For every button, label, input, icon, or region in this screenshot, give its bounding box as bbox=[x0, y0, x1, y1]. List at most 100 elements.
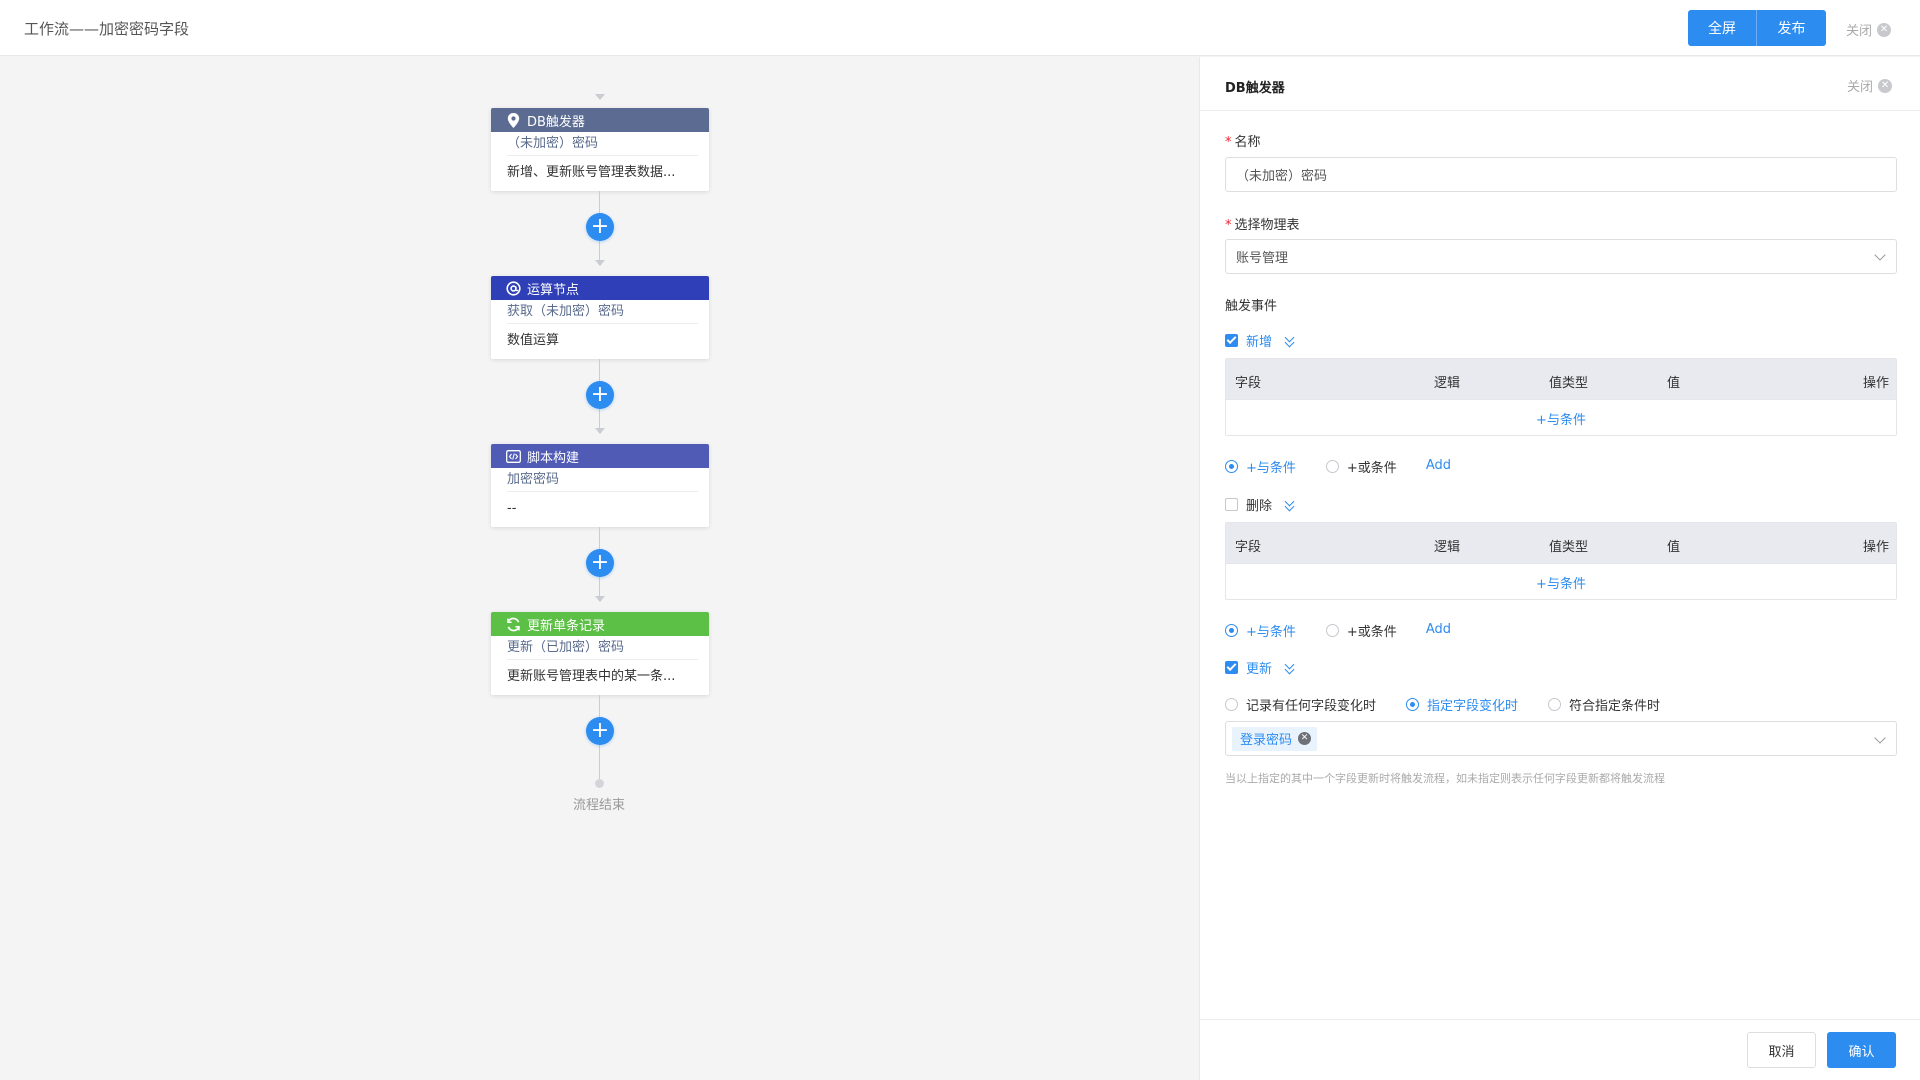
event-update-label: 更新 bbox=[1246, 662, 1273, 677]
node-header: 脚本构建 bbox=[491, 444, 709, 468]
events-label: 触发事件 bbox=[1225, 299, 1278, 314]
radio-specified-field-label: 指定字段变化时 bbox=[1427, 699, 1519, 714]
flow-arrow bbox=[595, 596, 605, 602]
node-header: 更新单条记录 bbox=[491, 612, 709, 636]
node-subtitle: （未加密）密码 bbox=[507, 132, 698, 156]
remove-tag-icon[interactable]: ✕ bbox=[1298, 732, 1312, 745]
add-node-button[interactable]: + bbox=[586, 717, 614, 745]
radio-or-label: +或条件 bbox=[1346, 461, 1397, 476]
flow-node-script[interactable]: 脚本构建 加密密码 -- bbox=[491, 444, 709, 527]
create-condition-mode: +与条件 +或条件 Add bbox=[1225, 457, 1451, 476]
node-title: 运算节点 bbox=[527, 282, 580, 298]
close-label: 关闭 bbox=[1846, 24, 1873, 39]
col-value-type: 值类型 bbox=[1549, 376, 1589, 391]
double-chevron-down-icon[interactable] bbox=[1284, 498, 1296, 512]
radio-and[interactable]: +与条件 bbox=[1225, 621, 1296, 640]
node-header: 运算节点 bbox=[491, 276, 709, 300]
code-icon bbox=[506, 449, 521, 464]
name-label-text: 名称 bbox=[1234, 135, 1261, 150]
fields-hint: 当以上指定的其中一个字段更新时将触发流程，如未指定则表示任何字段更新都将触发流程 bbox=[1225, 772, 1665, 785]
delete-condition-mode: +与条件 +或条件 Add bbox=[1225, 621, 1451, 640]
name-label: * 名称 bbox=[1225, 131, 1261, 150]
radio-or[interactable]: +或条件 bbox=[1325, 621, 1397, 640]
table-label: * 选择物理表 bbox=[1225, 214, 1300, 233]
add-condition-link[interactable]: Add bbox=[1426, 622, 1451, 637]
flow-arrow bbox=[595, 260, 605, 266]
name-input-value: （未加密）密码 bbox=[1236, 169, 1328, 184]
workflow-canvas: DB触发器 （未加密）密码 新增、更新账号管理表数据... + 运算节点 获取（… bbox=[0, 57, 1199, 1080]
add-condition-link[interactable]: Add bbox=[1426, 458, 1451, 473]
radio-and[interactable]: +与条件 bbox=[1225, 457, 1296, 476]
cancel-button[interactable]: 取消 bbox=[1747, 1032, 1816, 1068]
table-label-text: 选择物理表 bbox=[1234, 218, 1300, 233]
close-icon: ✕ bbox=[1878, 78, 1893, 93]
col-field: 字段 bbox=[1235, 540, 1262, 555]
radio-any-field-label: 记录有任何字段变化时 bbox=[1246, 699, 1377, 714]
node-header: DB触发器 bbox=[491, 108, 709, 132]
add-and-condition-link[interactable]: +与条件 bbox=[1536, 573, 1586, 592]
create-condition-table: 字段 逻辑 值类型 值 操作 +与条件 bbox=[1225, 358, 1897, 436]
flow-end-label: 流程结束 bbox=[573, 798, 626, 813]
add-node-button[interactable]: + bbox=[586, 213, 614, 241]
publish-button[interactable]: 发布 bbox=[1757, 10, 1826, 46]
add-node-button[interactable]: + bbox=[586, 549, 614, 577]
radio-unselected-icon bbox=[1225, 698, 1238, 711]
at-sign-icon bbox=[506, 280, 521, 296]
node-subtitle: 更新（已加密）密码 bbox=[507, 636, 698, 660]
col-logic: 逻辑 bbox=[1434, 540, 1461, 555]
node-description: -- bbox=[507, 501, 517, 516]
add-node-button[interactable]: + bbox=[586, 381, 614, 409]
close-icon: ✕ bbox=[1877, 22, 1892, 37]
col-logic: 逻辑 bbox=[1434, 376, 1461, 391]
radio-unselected-icon bbox=[1325, 460, 1339, 473]
flow-arrow bbox=[595, 94, 605, 100]
node-description: 数值运算 bbox=[507, 333, 560, 348]
confirm-button[interactable]: 确认 bbox=[1827, 1032, 1896, 1068]
event-update-checkbox[interactable]: 更新 bbox=[1225, 658, 1296, 677]
radio-unselected-icon bbox=[1325, 624, 1339, 637]
event-delete-checkbox[interactable]: 删除 bbox=[1225, 495, 1296, 514]
close-workflow-button[interactable]: 关闭 ✕ bbox=[1846, 20, 1892, 39]
radio-or[interactable]: +或条件 bbox=[1325, 457, 1397, 476]
fields-multiselect[interactable]: 登录密码 ✕ bbox=[1225, 721, 1897, 756]
table-select[interactable]: 账号管理 bbox=[1225, 239, 1897, 274]
radio-and-label: +与条件 bbox=[1246, 625, 1296, 640]
close-panel-button[interactable]: 关闭 ✕ bbox=[1847, 76, 1893, 95]
radio-selected-icon bbox=[1406, 698, 1420, 711]
radio-selected-icon bbox=[1225, 460, 1238, 473]
event-create-checkbox[interactable]: 新增 bbox=[1225, 331, 1296, 350]
col-action: 操作 bbox=[1863, 540, 1890, 555]
radio-match-condition[interactable]: 符合指定条件时 bbox=[1548, 695, 1660, 714]
node-description: 更新账号管理表中的某一条... bbox=[507, 669, 676, 684]
panel-footer: 取消 确认 bbox=[1200, 1019, 1920, 1080]
node-title: 脚本构建 bbox=[527, 450, 580, 466]
node-subtitle: 加密密码 bbox=[507, 468, 698, 492]
col-field: 字段 bbox=[1235, 376, 1262, 391]
add-and-condition-link[interactable]: +与条件 bbox=[1536, 409, 1586, 428]
flow-node-update-record[interactable]: 更新单条记录 更新（已加密）密码 更新账号管理表中的某一条... bbox=[491, 612, 709, 695]
double-chevron-down-icon[interactable] bbox=[1284, 661, 1296, 675]
radio-specified-field-change[interactable]: 指定字段变化时 bbox=[1406, 695, 1518, 714]
update-mode-radios: 记录有任何字段变化时 指定字段变化时 符合指定条件时 bbox=[1225, 695, 1660, 714]
delete-condition-table: 字段 逻辑 值类型 值 操作 +与条件 bbox=[1225, 522, 1897, 600]
col-value: 值 bbox=[1667, 376, 1681, 391]
required-mark: * bbox=[1225, 135, 1232, 150]
panel-title: DB触发器 bbox=[1225, 81, 1285, 96]
field-tag-label: 登录密码 bbox=[1240, 733, 1293, 748]
radio-any-field-change[interactable]: 记录有任何字段变化时 bbox=[1225, 695, 1376, 714]
double-chevron-down-icon[interactable] bbox=[1284, 334, 1296, 348]
table-select-value: 账号管理 bbox=[1236, 251, 1289, 266]
node-description: 新增、更新账号管理表数据... bbox=[507, 165, 676, 180]
checkbox-checked-icon bbox=[1225, 661, 1238, 674]
flow-node-compute[interactable]: 运算节点 获取（未加密）密码 数值运算 bbox=[491, 276, 709, 359]
name-input[interactable]: （未加密）密码 bbox=[1225, 157, 1897, 192]
radio-unselected-icon bbox=[1548, 698, 1562, 711]
required-mark: * bbox=[1225, 218, 1232, 233]
node-subtitle: 获取（未加密）密码 bbox=[507, 300, 698, 324]
fullscreen-button[interactable]: 全屏 bbox=[1688, 10, 1757, 46]
location-pin-icon bbox=[506, 112, 521, 128]
flow-node-db-trigger[interactable]: DB触发器 （未加密）密码 新增、更新账号管理表数据... bbox=[491, 108, 709, 191]
condition-table-body: +与条件 bbox=[1226, 400, 1896, 436]
node-title: 更新单条记录 bbox=[527, 618, 606, 634]
flow-arrow bbox=[595, 428, 605, 434]
